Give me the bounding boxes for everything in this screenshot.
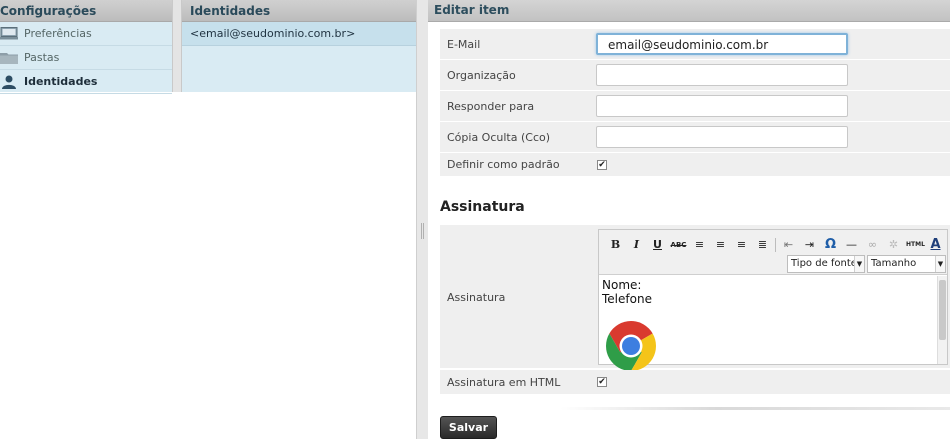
splitter-grip[interactable] [421,223,424,239]
identity-form: E-Mail email@seudominio.com.br Organizaç… [440,29,950,177]
indent-icon[interactable]: ⇥ [801,237,818,253]
reply-to-field[interactable] [596,95,848,117]
field-label: E-Mail [447,37,481,51]
html-source-icon[interactable]: HTML [906,237,925,253]
field-label: Assinatura [447,291,506,304]
bcc-field[interactable] [596,126,848,148]
align-justify-icon[interactable]: ≣ [754,237,771,253]
align-right-icon[interactable]: ≡ [733,237,750,253]
field-label: Responder para [447,99,535,113]
chevron-down-icon: ▼ [935,256,945,272]
email-field[interactable]: email@seudominio.com.br [596,33,848,55]
form-row-bcc: Cópia Oculta (Cco) [440,122,950,153]
scrollbar-thumb[interactable] [939,280,946,340]
sidebar-item-label: Identidades [24,75,98,88]
font-family-value: Tipo de fonte [791,258,857,269]
signature-line: Telefone [602,292,652,306]
sidebar-item-folders[interactable]: Pastas [0,46,172,70]
edit-panel: Editar item E-Mail email@seudominio.com.… [428,0,950,439]
identities-list: Identidades <email@seudominio.com.br> [182,0,416,92]
chrome-logo-image [606,321,656,371]
default-checkbox[interactable]: ✔ [597,159,607,170]
settings-sidebar: Configurações Preferências Pastas Identi… [0,0,172,94]
signature-row: Assinatura B I U ABC ≡ ≡ ≡ ≣ ⇤ ⇥ Ω — ∞ ✲… [440,225,950,371]
panel-splitter[interactable] [416,0,428,439]
editor-toolbar: B I U ABC ≡ ≡ ≡ ≣ ⇤ ⇥ Ω — ∞ ✲ HTML A Tip… [599,230,947,275]
underline-icon[interactable]: U [649,237,666,253]
panel-title: Editar item [428,0,950,22]
strikethrough-icon[interactable]: ABC [670,237,687,253]
unlink-icon[interactable]: ✲ [885,237,902,253]
sidebar-item-label: Preferências [24,27,92,40]
editor-content[interactable]: Nome: Telefone [599,276,938,371]
outdent-icon[interactable]: ⇤ [780,237,797,253]
chevron-down-icon: ▼ [854,256,864,272]
toolbar-separator [775,238,776,252]
settings-title: Configurações [0,0,172,22]
horizontal-rule-icon[interactable]: — [843,237,860,253]
identities-title: Identidades [182,0,416,22]
field-label: Cópia Oculta (Cco) [447,130,551,144]
sidebar-item-identities[interactable]: Identidades [0,70,172,94]
section-title: Assinatura [440,199,525,215]
editor-scrollbar[interactable] [937,276,947,364]
form-row-reply-to: Responder para [440,91,950,122]
signature-line: Nome: [602,278,642,292]
form-row-html-signature: Assinatura em HTML ✔ [440,370,950,394]
italic-icon[interactable]: I [628,237,645,253]
signature-editor[interactable]: B I U ABC ≡ ≡ ≡ ≣ ⇤ ⇥ Ω — ∞ ✲ HTML A Tip… [598,229,948,371]
sidebar-item-preferences[interactable]: Preferências [0,22,172,46]
monitor-icon [0,27,18,41]
column-splitter[interactable] [172,0,182,92]
form-row-organization: Organização [440,60,950,91]
font-family-select[interactable]: Tipo de fonte ▼ [787,255,865,273]
align-center-icon[interactable]: ≡ [712,237,729,253]
folder-icon [0,51,18,65]
form-row-email: E-Mail email@seudominio.com.br [440,29,950,60]
form-row-default: Definir como padrão ✔ [440,153,950,177]
field-label: Organização [447,68,516,82]
field-label: Assinatura em HTML [447,375,561,389]
align-left-icon[interactable]: ≡ [691,237,708,253]
font-size-value: Tamanho [871,258,917,269]
bold-icon[interactable]: B [607,237,624,253]
link-icon[interactable]: ∞ [864,237,881,253]
omega-icon[interactable]: Ω [822,237,839,253]
font-size-select[interactable]: Tamanho ▼ [867,255,946,273]
organization-field[interactable] [596,64,848,86]
divider [560,407,950,410]
field-label: Definir como padrão [447,158,560,171]
list-item[interactable]: <email@seudominio.com.br> [182,22,416,46]
font-color-icon[interactable]: A [927,237,944,253]
html-signature-checkbox[interactable]: ✔ [597,377,607,387]
sidebar-item-label: Pastas [24,51,60,64]
save-button[interactable]: Salvar [440,416,497,439]
user-icon [0,75,18,89]
